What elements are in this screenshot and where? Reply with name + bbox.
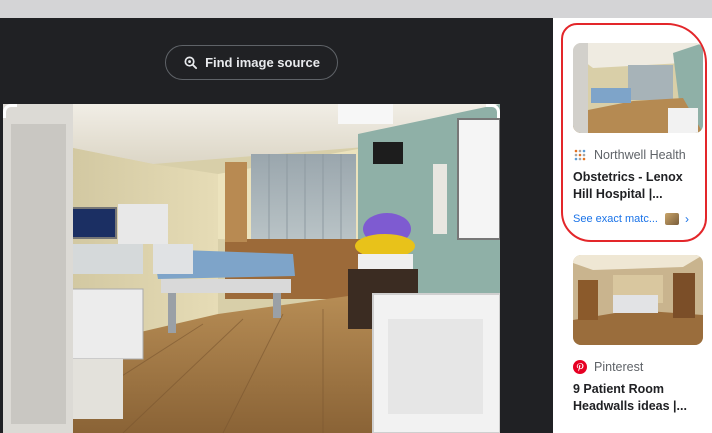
- thumbnail-image: [573, 43, 703, 133]
- exact-match-mini-thumbnail: [664, 213, 679, 225]
- result-card-pinterest[interactable]: Pinterest 9 Patient Room Headwalls ideas…: [573, 255, 708, 415]
- lens-search-icon: [184, 56, 198, 70]
- result-title[interactable]: Obstetrics - Lenox Hill Hospital |...: [573, 169, 701, 203]
- result-title[interactable]: 9 Patient Room Headwalls ideas |...: [573, 381, 701, 415]
- pinterest-icon: [573, 360, 587, 374]
- result-source-name: Northwell Health: [594, 148, 686, 162]
- result-source-row[interactable]: Northwell Health: [573, 148, 708, 162]
- find-image-source-label: Find image source: [205, 55, 320, 70]
- result-thumbnail[interactable]: [573, 43, 703, 133]
- hospital-room-photo: [3, 104, 500, 433]
- find-image-source-button[interactable]: Find image source: [165, 45, 338, 80]
- result-source-name: Pinterest: [594, 360, 644, 374]
- crop-handle-top-right[interactable]: [486, 104, 500, 118]
- thumbnail-image: [573, 255, 703, 345]
- result-card-northwell[interactable]: Northwell Health Obstetrics - Lenox Hill…: [573, 43, 708, 226]
- crop-handle-top-left[interactable]: [3, 104, 17, 118]
- see-exact-matches-label: See exact matc...: [573, 213, 658, 225]
- visual-matches-panel: Northwell Health Obstetrics - Lenox Hill…: [553, 18, 712, 433]
- browser-top-bar: [0, 0, 712, 18]
- query-image[interactable]: [3, 104, 500, 433]
- see-exact-matches-link[interactable]: See exact matc... ›: [573, 212, 708, 226]
- chevron-right-icon: ›: [684, 212, 689, 226]
- result-thumbnail[interactable]: [573, 255, 703, 345]
- northwell-dots-icon: [574, 149, 586, 161]
- result-source-row[interactable]: Pinterest: [573, 360, 708, 374]
